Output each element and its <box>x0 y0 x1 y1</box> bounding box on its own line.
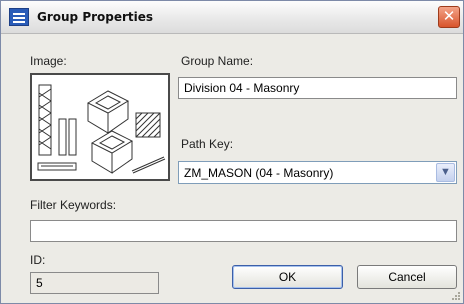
filter-keywords-label: Filter Keywords: <box>30 198 117 212</box>
masonry-blocks-illustration <box>37 84 166 174</box>
dialog-title: Group Properties <box>37 10 154 24</box>
group-name-value: Division 04 - Masonry <box>184 81 300 95</box>
group-name-field[interactable]: Division 04 - Masonry <box>178 77 457 99</box>
path-key-value: ZM_MASON (04 - Masonry) <box>184 166 334 180</box>
image-label: Image: <box>30 54 67 68</box>
group-properties-dialog: Group Properties ✕ Image: Group Name: Di… <box>0 0 464 304</box>
cancel-button[interactable]: Cancel <box>357 265 457 289</box>
ok-button[interactable]: OK <box>232 265 343 289</box>
id-value: 5 <box>36 276 43 290</box>
path-key-label: Path Key: <box>181 137 234 151</box>
chevron-down-icon[interactable]: ▼ <box>436 163 455 182</box>
id-label: ID: <box>30 253 46 267</box>
close-button[interactable]: ✕ <box>438 6 460 28</box>
title-bar[interactable]: Group Properties ✕ <box>1 1 463 34</box>
group-name-label: Group Name: <box>181 54 254 68</box>
resize-grip-icon[interactable] <box>451 291 461 301</box>
path-key-select[interactable]: ZM_MASON (04 - Masonry) ▼ <box>178 161 457 184</box>
group-image-preview[interactable] <box>30 73 170 181</box>
filter-keywords-field[interactable] <box>30 220 457 242</box>
id-field: 5 <box>30 272 159 294</box>
close-icon: ✕ <box>442 7 456 25</box>
window-properties-icon <box>9 8 29 26</box>
